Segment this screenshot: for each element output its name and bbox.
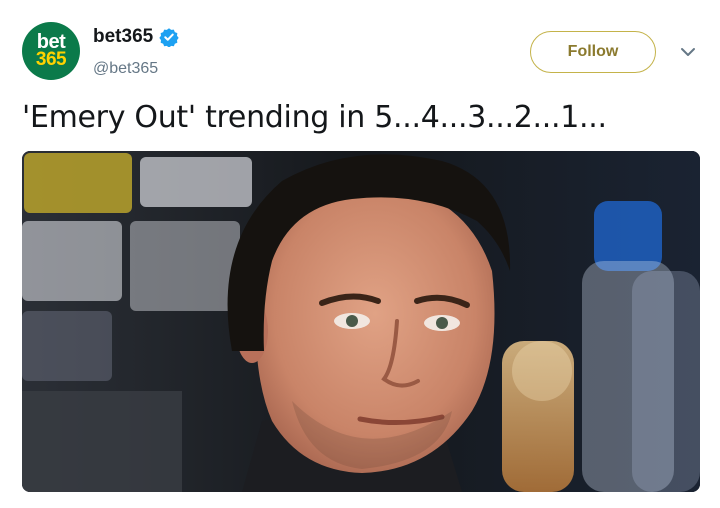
chevron-down-icon[interactable]	[680, 46, 696, 58]
handle[interactable]: @bet365	[93, 60, 158, 78]
display-name[interactable]: bet365	[93, 26, 153, 48]
tweet-text: 'Emery Out' trending in 5...4...3...2...…	[22, 100, 607, 135]
verified-badge-icon	[159, 28, 179, 47]
avatar[interactable]: bet 365	[22, 22, 80, 80]
follow-button[interactable]: Follow	[530, 31, 656, 73]
tweet-photo[interactable]	[22, 151, 700, 492]
avatar-text-365: 365	[35, 49, 67, 71]
photo-press-conference	[22, 151, 700, 492]
name-row: bet365	[93, 26, 179, 48]
